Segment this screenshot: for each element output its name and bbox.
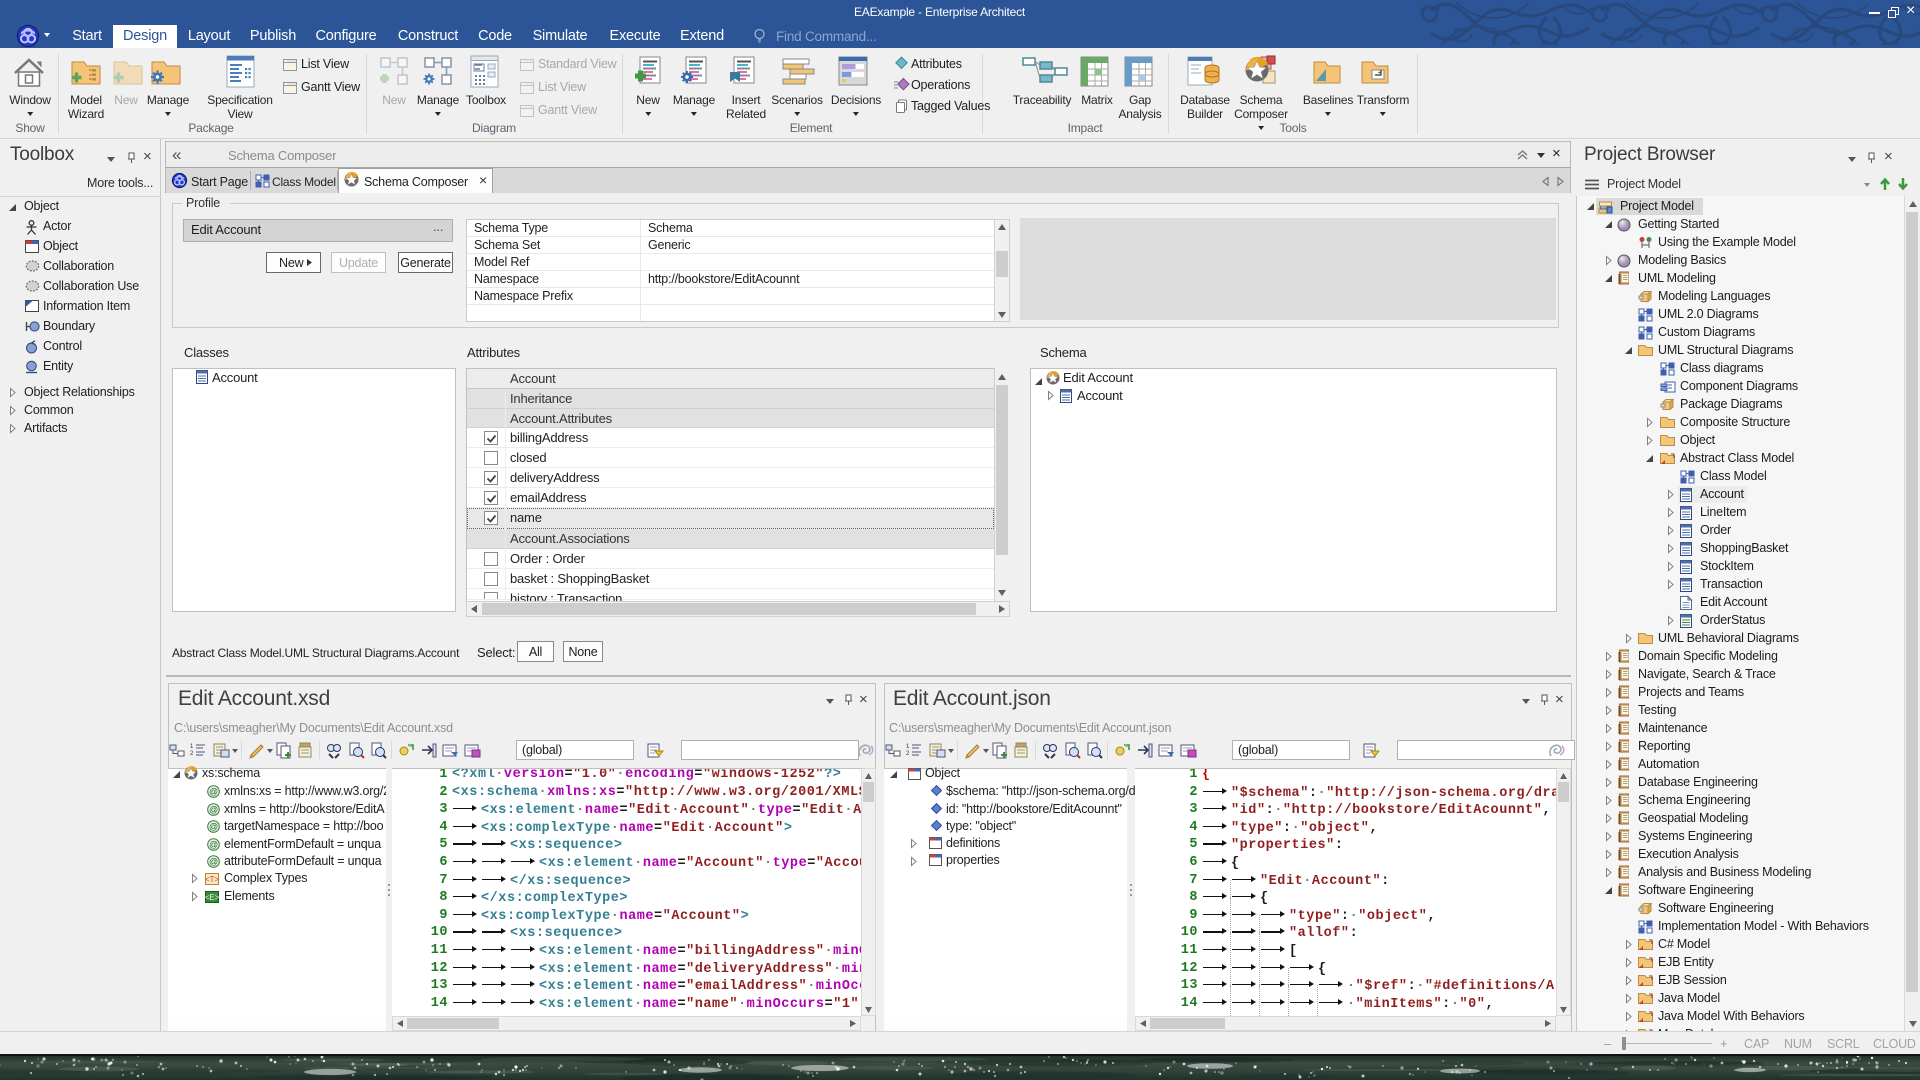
svg-text:@: @ [209, 787, 218, 797]
svg-text:1: 1 [190, 744, 194, 750]
svg-text:2: 2 [906, 751, 910, 757]
svg-text:2: 2 [190, 751, 194, 757]
svg-text:<E>: <E> [205, 893, 220, 902]
svg-text:1: 1 [906, 744, 910, 750]
svg-text:@: @ [209, 839, 218, 849]
svg-text:@: @ [209, 857, 218, 867]
svg-text:@: @ [209, 804, 218, 814]
svg-text:<T>: <T> [205, 875, 219, 884]
svg-text:@: @ [209, 822, 218, 832]
